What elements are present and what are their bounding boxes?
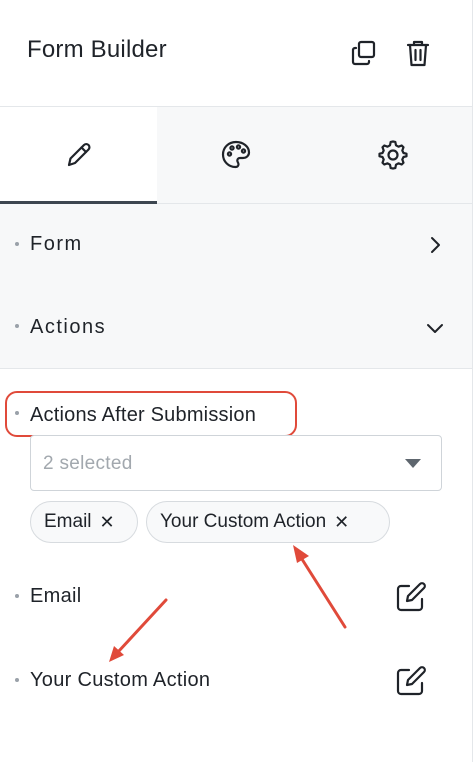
form-builder-panel: Form Builder Form Actions Actions After … [0, 0, 473, 762]
duplicate-button[interactable] [348, 36, 380, 70]
trash-icon [406, 40, 430, 67]
select-value: 2 selected [43, 453, 133, 474]
copy-icon [351, 40, 376, 66]
gear-icon [377, 140, 408, 170]
bullet-dot [15, 324, 19, 328]
tab-edit[interactable] [0, 107, 157, 204]
tab-bar [0, 107, 472, 204]
edit-icon [396, 666, 426, 696]
tab-settings[interactable] [314, 107, 471, 203]
chip-your-custom-action: Your Custom Action ✕ [146, 501, 390, 543]
chevron-right-icon [425, 235, 445, 255]
panel-title: Form Builder [27, 36, 167, 63]
remove-chip-icon[interactable]: ✕ [100, 513, 115, 531]
section-actions-label: Actions [30, 316, 107, 338]
edit-custom-action-button[interactable] [394, 664, 428, 698]
delete-button[interactable] [402, 36, 434, 70]
annotation-highlight-box [5, 391, 297, 437]
caret-down-icon [405, 459, 421, 468]
chip-label: Your Custom Action [160, 511, 327, 532]
section-actions[interactable]: Actions [0, 286, 472, 369]
bullet-dot [15, 594, 19, 598]
actions-multiselect[interactable]: 2 selected [30, 435, 442, 491]
remove-chip-icon[interactable]: ✕ [334, 513, 349, 531]
palette-icon [221, 140, 250, 169]
section-form[interactable]: Form [0, 204, 472, 287]
tab-style[interactable] [157, 107, 314, 203]
action-row-custom-label: Your Custom Action [30, 669, 211, 691]
edit-email-button[interactable] [394, 580, 428, 614]
edit-icon [396, 582, 426, 612]
panel-header: Form Builder [0, 0, 472, 107]
section-form-label: Form [30, 233, 83, 255]
chip-label: Email [44, 511, 92, 532]
chip-email: Email ✕ [30, 501, 138, 543]
chevron-down-icon [425, 318, 445, 338]
action-row-email-label: Email [30, 585, 82, 607]
pencil-icon [67, 142, 91, 167]
bullet-dot [15, 678, 19, 682]
bullet-dot [15, 242, 19, 246]
